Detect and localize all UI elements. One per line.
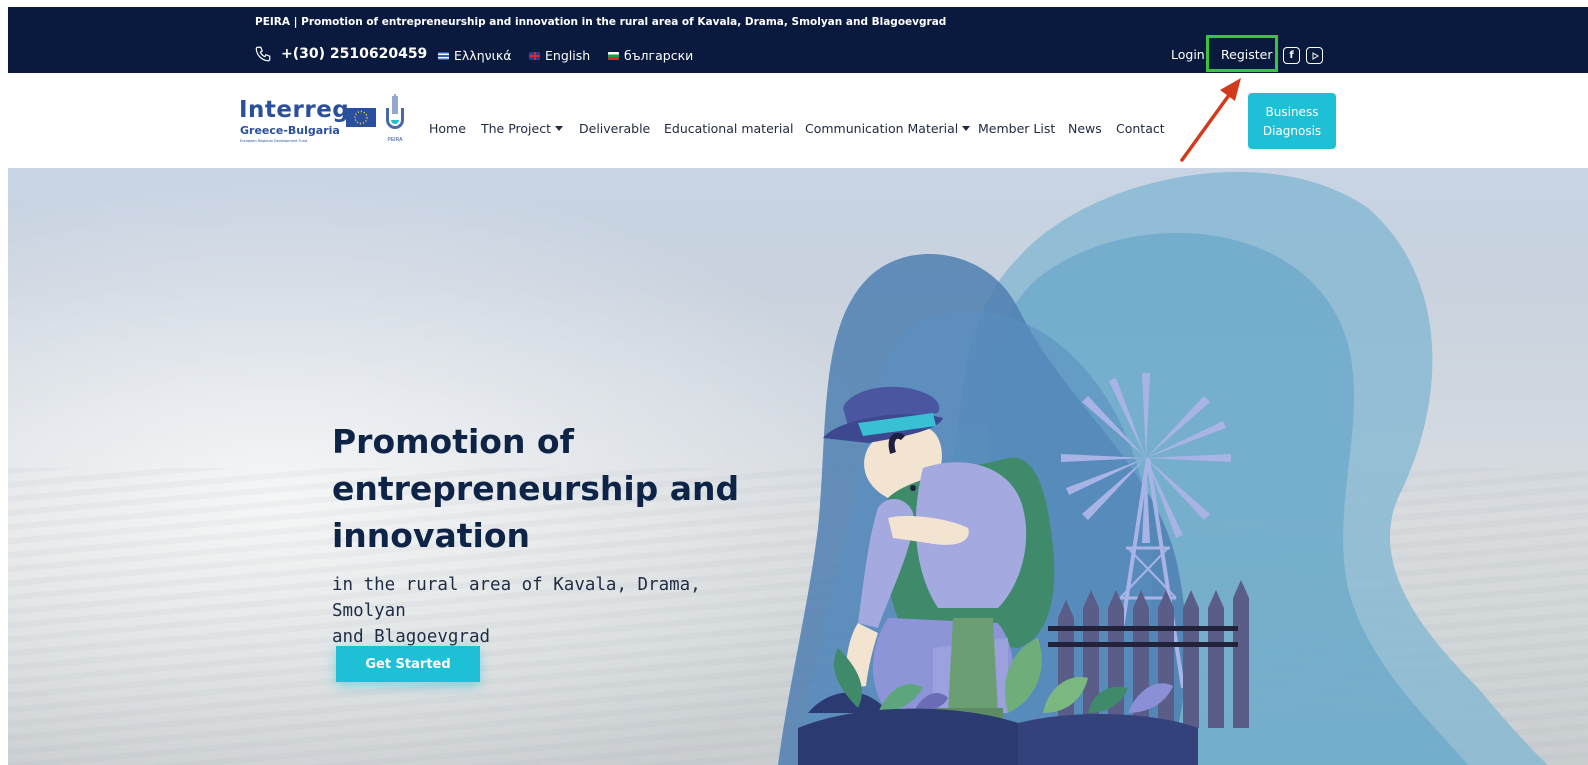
nav-item-deliverable[interactable]: Deliverable	[579, 121, 650, 136]
nav-item-contact[interactable]: Contact	[1116, 121, 1165, 136]
chevron-down-icon	[962, 126, 971, 131]
hero-headline-line2: entrepreneurship and	[332, 469, 740, 508]
nav-item-the-project[interactable]: The Project	[481, 121, 563, 136]
register-link[interactable]: Register	[1221, 47, 1272, 62]
youtube-icon[interactable]	[1306, 47, 1323, 64]
hero-subtitle-line1: in the rural area of Kavala, Drama, Smol…	[332, 575, 701, 621]
lang-greek[interactable]: Ελληνικά	[438, 48, 511, 63]
lang-english[interactable]: English	[529, 48, 590, 63]
hero-headline: Promotion of entrepreneurship and innova…	[332, 418, 762, 559]
nav-item-home[interactable]: Home	[429, 121, 466, 136]
bulgarian-flag-icon	[608, 51, 619, 60]
hero-subtitle: in the rural area of Kavala, Drama, Smol…	[332, 572, 762, 650]
site-tagline: PEIRA | Promotion of entrepreneurship an…	[255, 16, 947, 28]
lang-greek-label: Ελληνικά	[454, 48, 512, 63]
main-navbar: Interreg Greece-Bulgaria European Region…	[8, 73, 1588, 168]
facebook-icon[interactable]: f	[1283, 47, 1300, 64]
logo-subtitle: Greece-Bulgaria	[240, 124, 340, 137]
hero-headline-line3: innovation	[332, 516, 530, 555]
login-link[interactable]: Login	[1171, 47, 1205, 62]
lang-bulgarian-label: български	[624, 48, 694, 63]
greek-flag-icon	[438, 51, 449, 60]
lang-bulgarian[interactable]: български	[608, 48, 693, 63]
get-started-button[interactable]: Get Started	[336, 646, 480, 682]
phone-contact[interactable]: +(30) 2510620459	[254, 45, 427, 63]
nav-item-communication-material-label: Communication Material	[805, 121, 959, 136]
hero-illustration	[778, 172, 1548, 765]
phone-number: +(30) 2510620459	[281, 46, 428, 62]
nav-item-the-project-label: The Project	[481, 121, 551, 136]
uk-flag-icon	[529, 51, 540, 60]
nav-item-communication-material[interactable]: Communication Material	[805, 121, 971, 136]
lang-english-label: English	[545, 48, 591, 63]
business-diagnosis-line2: Diagnosis	[1262, 124, 1322, 138]
nav-item-news[interactable]: News	[1068, 121, 1102, 136]
page-frame: PEIRA | Promotion of entrepreneurship an…	[8, 7, 1588, 765]
logo-title: Interreg	[239, 97, 350, 123]
logo-tiny: European Regional Development Fund	[240, 139, 308, 143]
top-bar: PEIRA | Promotion of entrepreneurship an…	[8, 7, 1588, 73]
hero-headline-line1: Promotion of	[332, 422, 574, 461]
nav-item-educational-material[interactable]: Educational material	[664, 121, 794, 136]
peira-logo-text: PEIRA	[387, 137, 403, 143]
hero-section: Promotion of entrepreneurship and innova…	[8, 168, 1588, 765]
phone-icon	[255, 46, 271, 62]
business-diagnosis-button[interactable]: Business Diagnosis	[1248, 93, 1336, 149]
peira-logo-icon: PEIRA	[386, 94, 404, 143]
interreg-logo[interactable]: Interreg Greece-Bulgaria European Region…	[238, 94, 418, 146]
eu-flag-icon	[346, 108, 376, 127]
chevron-down-icon	[555, 126, 563, 131]
nav-item-member-list[interactable]: Member List	[978, 121, 1055, 136]
business-diagnosis-line1: Business	[1265, 105, 1319, 119]
